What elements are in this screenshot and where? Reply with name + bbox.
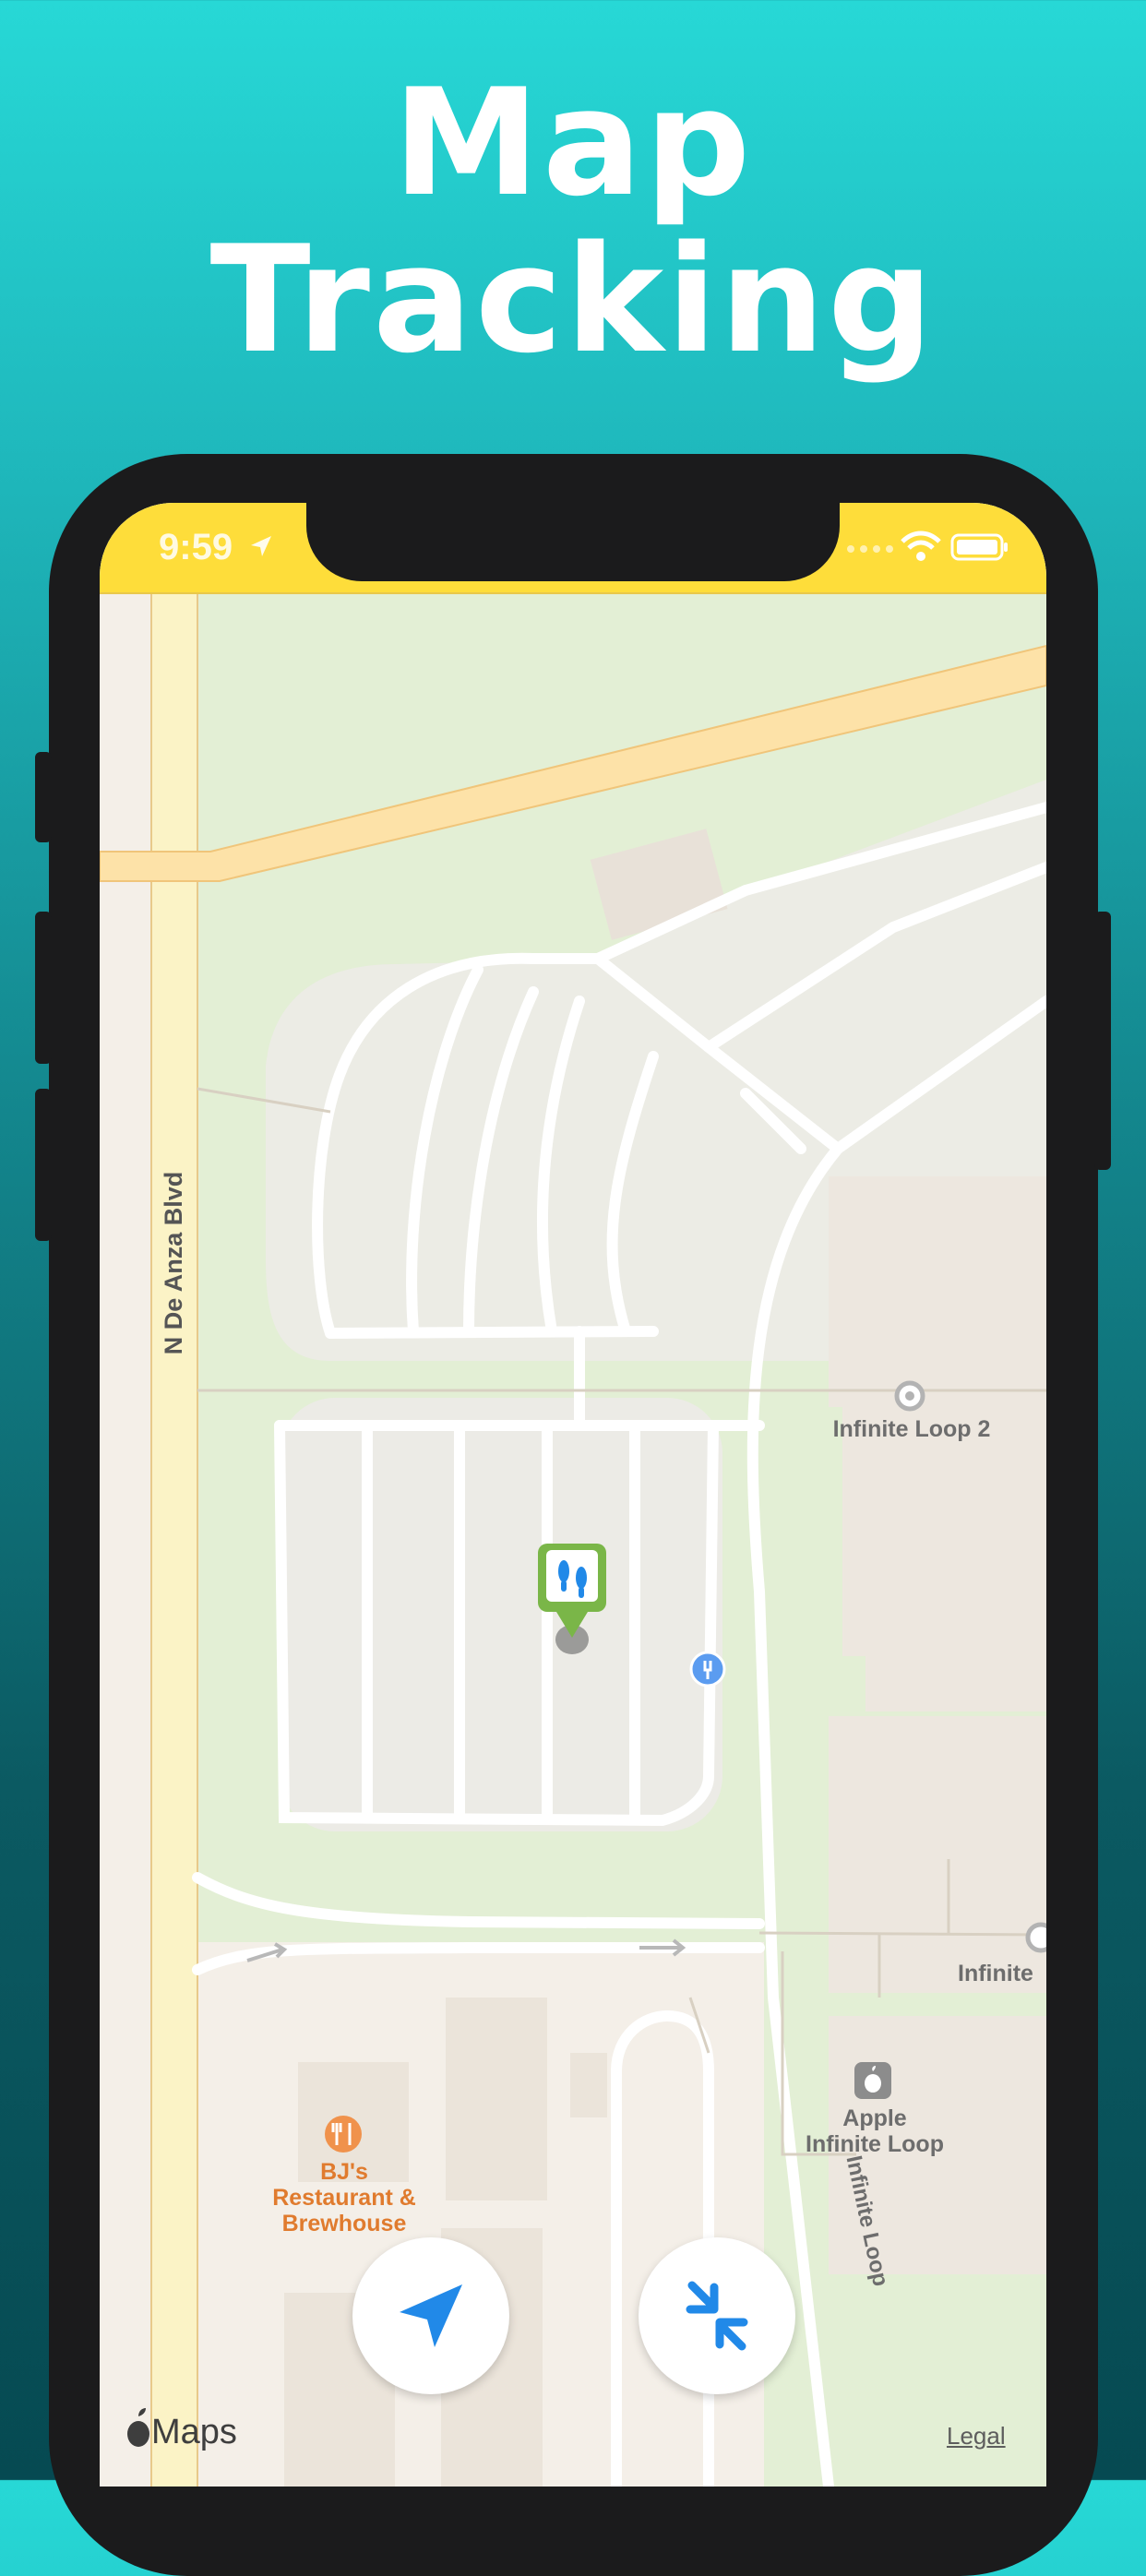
poi-label-infinite-partial[interactable]: Infinite bbox=[958, 1961, 1046, 1986]
location-services-icon bbox=[251, 536, 271, 556]
phone-notch bbox=[306, 498, 840, 581]
phone-screen: N De Anza Blvd Infinite Loop Infinite Lo… bbox=[100, 503, 1046, 2487]
apple-label-line-1: Apple bbox=[842, 2105, 907, 2131]
maps-attribution: Maps bbox=[127, 2413, 237, 2452]
volume-down-button bbox=[35, 1089, 52, 1241]
silent-switch bbox=[35, 752, 52, 842]
volume-up-button bbox=[35, 912, 52, 1064]
infinite-partial-pin[interactable] bbox=[1025, 1922, 1046, 1953]
restaurant-pin[interactable] bbox=[325, 2116, 362, 2153]
maps-attribution-text: Maps bbox=[151, 2413, 237, 2451]
power-button bbox=[1094, 912, 1111, 1170]
apple-label-line-2: Infinite Loop bbox=[806, 2131, 944, 2157]
headline: Map Tracking bbox=[0, 65, 1146, 378]
poi-label-infinite-loop-2[interactable]: Infinite Loop 2 bbox=[810, 1416, 1013, 1442]
bjs-label-line-1: BJ's bbox=[320, 2159, 368, 2185]
poi-label-bjs-restaurant[interactable]: BJ's Restaurant & Brewhouse bbox=[233, 2159, 455, 2236]
headline-line-2: Tracking bbox=[209, 213, 937, 386]
compress-arrows-icon bbox=[686, 2281, 748, 2351]
locate-me-button[interactable] bbox=[352, 2237, 509, 2394]
status-time: 9:59 bbox=[159, 527, 233, 567]
infinite-loop-2-pin[interactable] bbox=[894, 1380, 925, 1412]
street-label-de-anza: N De Anza Blvd bbox=[160, 1171, 187, 1355]
recenter-button[interactable] bbox=[639, 2237, 795, 2394]
navigation-arrow-icon bbox=[400, 2284, 462, 2347]
wifi-icon bbox=[901, 531, 941, 561]
bjs-label-line-2: Restaurant & bbox=[272, 2185, 416, 2211]
bjs-label-line-3: Brewhouse bbox=[281, 2211, 407, 2236]
poi-label-apple-infinite-loop[interactable]: Apple Infinite Loop bbox=[773, 2105, 976, 2157]
apple-store-pin[interactable] bbox=[854, 2062, 891, 2099]
legal-link[interactable]: Legal bbox=[947, 2422, 1006, 2451]
ev-charger-pin[interactable] bbox=[689, 1651, 726, 1688]
headline-line-1: Map bbox=[392, 56, 754, 229]
battery-icon bbox=[950, 533, 1008, 561]
